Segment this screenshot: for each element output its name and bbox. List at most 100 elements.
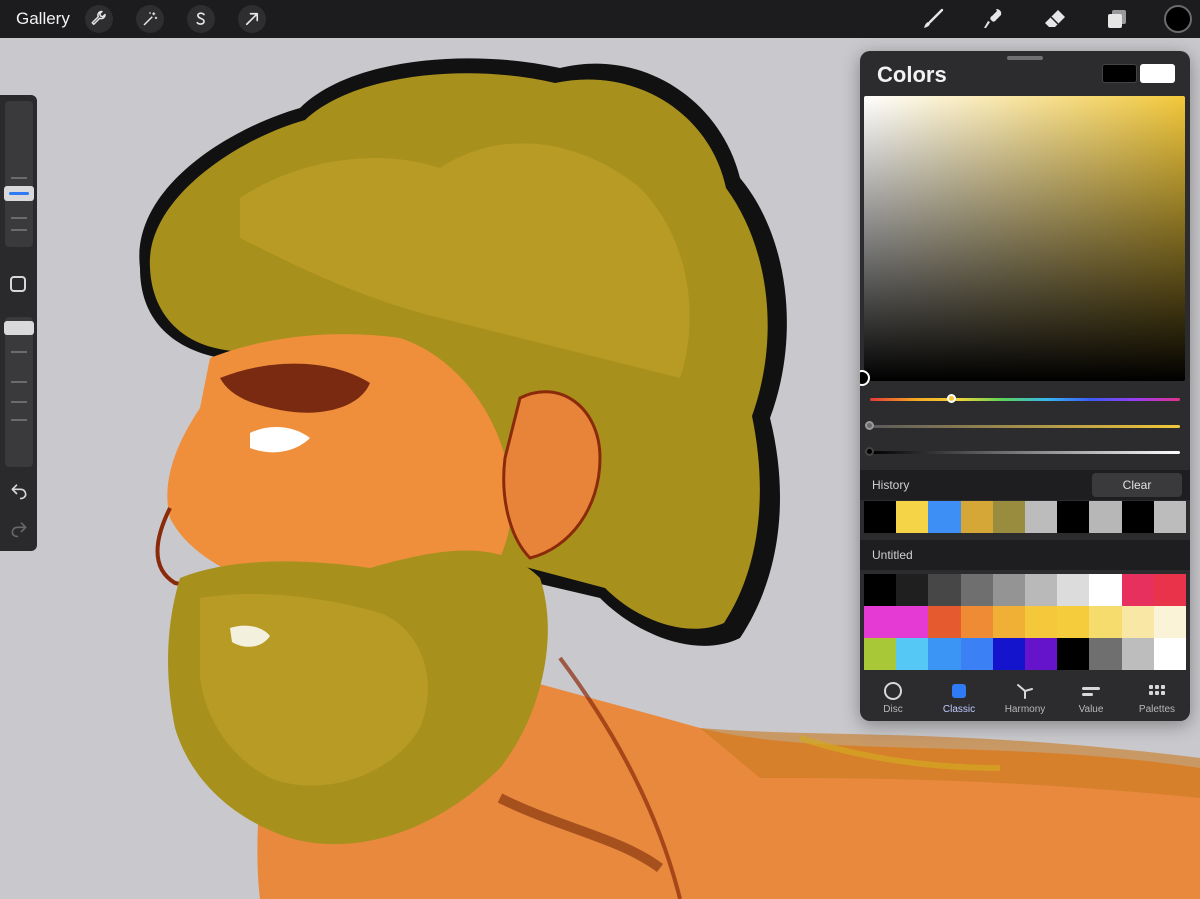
smudge-icon <box>984 9 1002 28</box>
palette-swatch[interactable] <box>1057 574 1090 606</box>
palette-swatch[interactable] <box>1089 606 1122 638</box>
clear-history-button[interactable]: Clear <box>1092 473 1182 497</box>
brightness-slider-knob[interactable] <box>865 447 874 456</box>
tab-classic[interactable]: Classic <box>926 675 992 719</box>
hue-slider[interactable] <box>870 398 1180 401</box>
palette-swatch[interactable] <box>864 638 897 670</box>
harmony-icon <box>1017 684 1033 699</box>
history-swatch[interactable] <box>1153 501 1187 533</box>
palette-swatch[interactable] <box>1153 574 1186 606</box>
adjustments-button[interactable] <box>136 5 164 33</box>
gallery-button[interactable]: Gallery <box>16 9 70 29</box>
brush-tool[interactable] <box>918 4 948 34</box>
history-swatch[interactable] <box>928 501 961 533</box>
opacity-thumb[interactable] <box>4 321 34 335</box>
redo-icon[interactable] <box>9 519 29 539</box>
top-toolbar: Gallery <box>0 0 1200 38</box>
palette-swatch[interactable] <box>960 638 993 670</box>
layers-icon <box>1108 10 1126 28</box>
palette-swatch[interactable] <box>960 606 993 638</box>
tab-label: Value <box>1078 704 1104 715</box>
palette-swatch[interactable] <box>1089 574 1122 606</box>
palette-swatch[interactable] <box>896 606 929 638</box>
palette-swatch[interactable] <box>928 574 961 606</box>
undo-icon[interactable] <box>9 481 29 501</box>
palette-swatch[interactable] <box>1025 574 1058 606</box>
palette-swatch[interactable] <box>1153 606 1186 638</box>
history-swatch[interactable] <box>1121 501 1154 533</box>
saturation-brightness-picker[interactable] <box>864 96 1185 381</box>
eraser-icon <box>1045 10 1065 27</box>
history-swatch[interactable] <box>1025 501 1058 533</box>
color-mode-tabs: Disc Classic Harmony Value Palettes <box>860 675 1190 719</box>
actions-button[interactable] <box>85 5 113 33</box>
tab-palettes[interactable]: Palettes <box>1124 675 1190 719</box>
value-sliders-icon <box>1082 687 1100 696</box>
palette-swatch[interactable] <box>1057 606 1090 638</box>
brush-size-thumb[interactable] <box>4 186 34 201</box>
tab-label: Classic <box>942 704 976 715</box>
tab-disc[interactable]: Disc <box>860 675 926 719</box>
palette-swatch[interactable] <box>928 606 961 638</box>
palette-swatch[interactable] <box>1057 638 1090 670</box>
slider-tick <box>11 177 27 179</box>
palette-swatch[interactable] <box>1089 638 1122 670</box>
palette-swatch[interactable] <box>1025 606 1058 638</box>
colors-panel: Colors History Clear Untitled Disc Class… <box>860 51 1190 721</box>
panel-title: Colors <box>877 62 947 87</box>
palette-swatch[interactable] <box>960 574 993 606</box>
classic-square-icon <box>952 684 966 698</box>
tab-harmony[interactable]: Harmony <box>992 675 1058 719</box>
palette-swatch[interactable] <box>1153 638 1186 670</box>
history-swatch[interactable] <box>896 501 929 533</box>
palette-swatch[interactable] <box>928 638 961 670</box>
slider-tick <box>11 217 27 219</box>
tab-label: Disc <box>883 704 903 715</box>
palette-swatch[interactable] <box>992 606 1025 638</box>
palette-swatch[interactable] <box>992 638 1025 670</box>
eraser-tool[interactable] <box>1040 4 1070 34</box>
palette-swatch[interactable] <box>1025 638 1058 670</box>
palette-swatch[interactable] <box>896 574 929 606</box>
palette-header: Untitled <box>860 540 1190 570</box>
saturation-slider-knob[interactable] <box>865 421 874 430</box>
palette-swatch[interactable] <box>1121 606 1154 638</box>
layers-tool[interactable] <box>1102 4 1132 34</box>
slider-tick <box>11 401 27 403</box>
saturation-slider[interactable] <box>870 425 1180 428</box>
slider-tick <box>11 351 27 353</box>
tab-value[interactable]: Value <box>1058 675 1124 719</box>
current-color-button[interactable] <box>1164 5 1192 33</box>
hue-slider-knob[interactable] <box>947 394 956 403</box>
brush-size-slider[interactable] <box>5 101 33 247</box>
primary-color-swatch[interactable] <box>1102 64 1137 83</box>
palettes-grid-icon <box>1149 685 1165 695</box>
smudge-tool[interactable] <box>978 4 1008 34</box>
wrench-icon <box>91 10 106 25</box>
history-swatch[interactable] <box>1089 501 1122 533</box>
magic-wand-icon <box>143 12 158 26</box>
opacity-slider[interactable] <box>5 317 33 467</box>
history-swatch[interactable] <box>992 501 1026 533</box>
transform-button[interactable] <box>238 5 266 33</box>
left-sidebar <box>0 95 37 551</box>
history-header: History Clear <box>860 470 1190 500</box>
palette-swatch[interactable] <box>864 574 897 606</box>
history-swatch[interactable] <box>960 501 993 533</box>
palette-swatch[interactable] <box>896 638 929 670</box>
panel-grabber[interactable] <box>1007 56 1043 60</box>
selection-button[interactable] <box>187 5 215 33</box>
history-swatch[interactable] <box>864 501 897 533</box>
history-label: History <box>872 478 910 492</box>
secondary-color-swatch[interactable] <box>1140 64 1175 83</box>
brush-icon <box>924 8 944 28</box>
palette-swatch[interactable] <box>1121 638 1154 670</box>
slider-tick <box>11 381 27 383</box>
palette-swatch[interactable] <box>864 606 897 638</box>
palette-swatch[interactable] <box>1121 574 1154 606</box>
brightness-slider[interactable] <box>870 451 1180 454</box>
palette-swatch[interactable] <box>992 574 1025 606</box>
modify-button[interactable] <box>10 276 26 292</box>
color-picker-handle[interactable] <box>860 370 870 386</box>
history-swatch[interactable] <box>1057 501 1090 533</box>
